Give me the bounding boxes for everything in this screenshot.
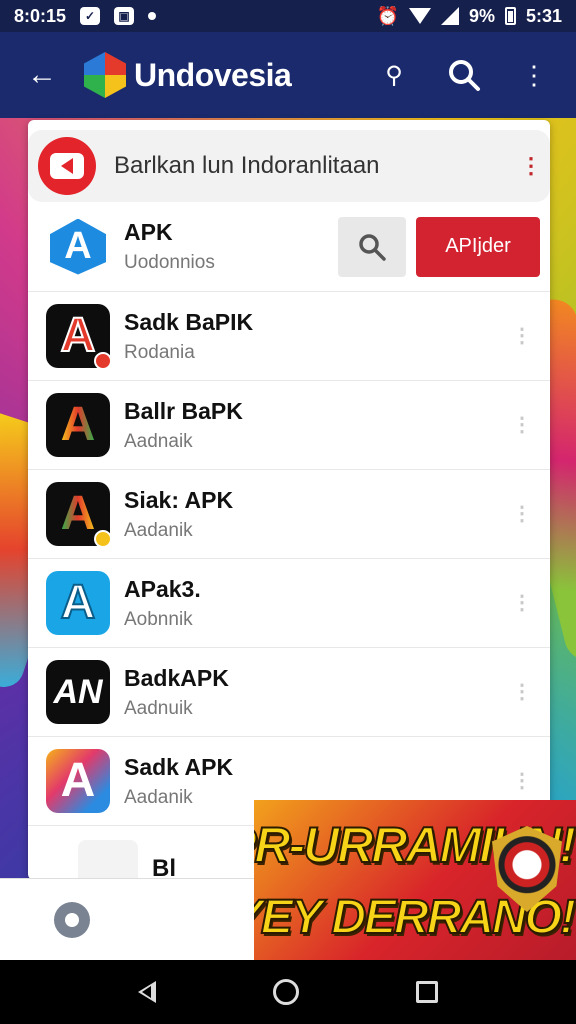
app-name: APK <box>124 219 173 245</box>
app-subtitle: Aobnnik <box>124 608 193 630</box>
battery-percent: 9% <box>468 5 495 26</box>
nav-back-icon[interactable] <box>138 981 157 1003</box>
list-item[interactable]: A Siak: APK Aadanik ⋮ <box>28 470 550 559</box>
a-dark-icon: A <box>46 393 110 457</box>
app-subtitle: Rodania <box>124 341 195 363</box>
video-banner[interactable]: Barlkan lun Indoranlitaan ⋮ <box>28 130 550 202</box>
badge-icon <box>94 352 112 370</box>
item-more-icon[interactable]: ⋮ <box>512 504 532 524</box>
app-name: Sadk APK <box>124 753 234 780</box>
app-notification-icon: ▣ <box>114 7 135 25</box>
partial-app-icon <box>78 840 138 880</box>
app-subtitle: Aadnaik <box>124 430 193 452</box>
wifi-icon <box>408 8 431 24</box>
bottom-toolbar <box>0 878 256 960</box>
item-more-icon[interactable]: ⋮ <box>512 415 532 435</box>
a-dark-icon: A <box>46 304 112 370</box>
app-name: Siak: APK <box>124 486 234 513</box>
app-logo <box>84 52 126 98</box>
small-search-icon[interactable]: ⚲ <box>366 47 422 103</box>
overflow-menu-icon[interactable]: ⋮ <box>506 47 562 103</box>
app-subtitle: Uodonnios <box>124 252 215 273</box>
app-name: Sadk BaPIK <box>124 308 254 335</box>
app-subtitle: Aadanik <box>124 786 193 808</box>
list-item[interactable]: AN BadkAPK Aadnuik ⋮ <box>28 648 550 737</box>
app-name: APak3. <box>124 575 201 602</box>
signal-icon <box>440 7 459 25</box>
status-clock-right: 5:31 <box>525 5 562 26</box>
a-sky-icon: A <box>46 571 110 635</box>
list-item[interactable]: A APak3. Aobnnik ⋮ <box>28 559 550 648</box>
check-notification-icon: ✓ <box>80 7 101 25</box>
app-subtitle: Aadnuik <box>124 697 193 719</box>
search-button[interactable] <box>338 216 406 277</box>
system-nav-bar <box>0 960 576 1024</box>
a-dark-icon: A <box>46 482 112 548</box>
app-subtitle: Aadanik <box>124 519 193 541</box>
battery-icon <box>504 7 516 25</box>
partial-app-name: Bl <box>152 855 176 880</box>
status-time: 8:0:15 <box>14 5 67 26</box>
apk-store-icon: A <box>46 214 110 279</box>
app-name: Ballr BaPK <box>124 397 243 424</box>
settings-gear-icon[interactable] <box>54 901 90 938</box>
list-item[interactable]: A Ballr BaPK Aadnaik ⋮ <box>28 381 550 470</box>
a-rainbow-icon: A <box>46 749 110 813</box>
app-bar: ← Undovesia ⚲ ⋮ <box>0 32 576 118</box>
banner-more-icon[interactable]: ⋮ <box>520 155 542 177</box>
app-name: BadkAPK <box>124 664 229 691</box>
nav-recents-icon[interactable] <box>415 981 438 1003</box>
badge-icon <box>94 530 112 548</box>
list-item[interactable]: A Sadk BaPIK Rodania ⋮ <box>28 292 550 381</box>
search-icon[interactable] <box>436 47 492 103</box>
banner-text: Barlkan lun Indoranlitaan <box>114 152 380 179</box>
item-more-icon[interactable]: ⋮ <box>512 682 532 702</box>
an-dark-icon: AN <box>46 660 110 724</box>
alarm-icon: ⏰ <box>376 5 399 26</box>
back-arrow-icon[interactable]: ← <box>14 47 70 103</box>
item-more-icon[interactable]: ⋮ <box>512 771 532 791</box>
item-more-icon[interactable]: ⋮ <box>512 593 532 613</box>
app-title: Undovesia <box>134 56 292 93</box>
nav-home-icon[interactable] <box>272 979 299 1005</box>
app-list-card: Barlkan lun Indoranlitaan ⋮ A APK Uodonn… <box>28 120 550 880</box>
play-video-icon <box>38 137 96 195</box>
list-item-featured[interactable]: A APK Uodonnios APIjder <box>28 202 550 292</box>
item-more-icon[interactable]: ⋮ <box>512 326 532 346</box>
status-bar: 8:0:15 ✓ ▣ ⏰ 9% 5:31 <box>0 0 576 32</box>
dot-notification-icon <box>148 12 157 20</box>
apply-button[interactable]: APIjder <box>416 216 540 277</box>
promo-banner[interactable]: MPR-URRAMIUN! SPYEY DERRANO! <box>254 800 576 960</box>
